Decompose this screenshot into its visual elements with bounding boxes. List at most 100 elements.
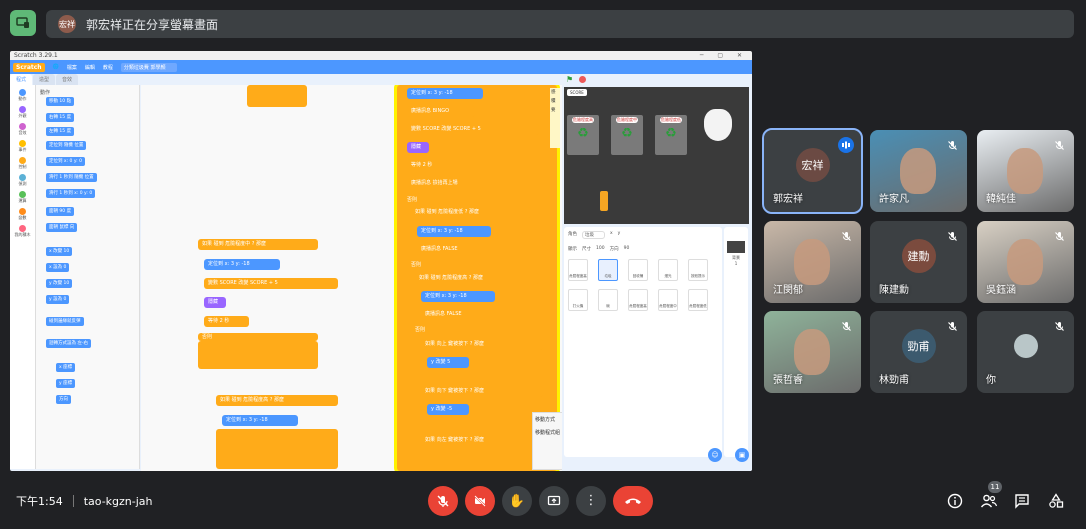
block-palette[interactable]: 動作 移動 10 點右轉 15 度左轉 15 度定位到 隨機 位置 定位到 x: … xyxy=(36,85,140,469)
activities-button[interactable] xyxy=(1044,489,1068,513)
participant-tile[interactable]: 你 xyxy=(977,311,1074,393)
code-block[interactable]: 變數 SCORE 改變 SCORE + 5 xyxy=(407,124,539,135)
tab-sounds[interactable]: 音效 xyxy=(56,74,79,85)
code-block[interactable]: 定位到 x: 3 y: -18 xyxy=(421,291,495,302)
palette-block[interactable]: 定位到 x: 0 y: 0 xyxy=(46,157,85,166)
sprite-tile[interactable]: 垃圾 xyxy=(598,259,618,281)
participant-tile[interactable]: 宏祥 郭宏祥 xyxy=(762,128,863,214)
participant-tile[interactable]: 勁甫 林勁甫 xyxy=(870,311,967,393)
palette-block[interactable]: 定位到 隨機 位置 xyxy=(46,141,87,150)
sprite-tile[interactable]: 碗 xyxy=(598,289,618,311)
meeting-code[interactable]: tao-kgzn-jah xyxy=(84,495,153,508)
category-item[interactable]: 事件 xyxy=(10,140,35,153)
palette-block[interactable]: y 座標 xyxy=(56,379,76,388)
palette-block[interactable]: x 設為 0 xyxy=(46,263,70,272)
tab-code[interactable]: 程式 xyxy=(10,74,33,85)
participant-tile[interactable]: 建勳 陳建勳 xyxy=(870,221,967,303)
globe-icon[interactable]: 🌐 xyxy=(53,64,59,70)
add-sprite-button[interactable]: ☺ xyxy=(708,448,722,462)
stage[interactable]: SCORE 危險程度高 ♻ 危險程度中 ♻ 危險程度低 ♻ xyxy=(564,87,749,224)
code-block[interactable]: 如果 碰到 危險程度低 ? 那麼 xyxy=(411,207,531,218)
palette-block[interactable]: 左轉 15 度 xyxy=(46,127,75,136)
code-block[interactable]: y 改變 -5 xyxy=(427,404,469,415)
comment-note[interactable]: 感 積 要 xyxy=(550,88,560,148)
code-block[interactable] xyxy=(247,85,307,107)
palette-block[interactable]: 面朝 90 度 xyxy=(46,207,75,216)
leave-call-button[interactable] xyxy=(613,486,653,516)
code-block[interactable]: 廣播訊息 FALSE xyxy=(421,309,485,320)
palette-block[interactable]: 迴轉方式設為 左-右 xyxy=(46,339,92,348)
category-item[interactable]: 外觀 xyxy=(10,106,35,119)
category-item[interactable]: 變數 xyxy=(10,208,35,221)
code-block[interactable]: 隱藏 xyxy=(407,142,429,153)
sprite-tile[interactable]: 危險程度高 xyxy=(628,289,648,311)
menu-file[interactable]: 檔案 xyxy=(67,64,77,71)
code-block[interactable]: 等待 2 秒 xyxy=(407,160,449,171)
add-backdrop-button[interactable]: ▣ xyxy=(735,448,749,462)
sprite-tile[interactable]: 危險程度高 xyxy=(568,259,588,281)
code-block[interactable]: 定位到 x: 3 y: -18 xyxy=(204,259,280,270)
participant-tile[interactable]: 吳鈺涵 xyxy=(977,221,1074,303)
palette-block[interactable]: x 改變 10 xyxy=(46,247,73,256)
code-block[interactable]: 定位到 x: 3 y: -18 xyxy=(222,415,298,426)
chat-button[interactable] xyxy=(1010,489,1034,513)
size-field[interactable]: 100 xyxy=(596,246,605,252)
sprite-tile[interactable]: 危險程度低 xyxy=(688,289,708,311)
backdrop-thumbnail[interactable] xyxy=(727,241,745,253)
category-item[interactable]: 控制 xyxy=(10,157,35,170)
tab-costumes[interactable]: 造型 xyxy=(33,74,56,85)
code-workspace[interactable]: 如果 碰到 危險程度中 ? 那麼 定位到 x: 3 y: -18 變數 SCOR… xyxy=(141,85,571,471)
direction-field[interactable]: 90 xyxy=(624,246,630,252)
code-block[interactable] xyxy=(198,341,318,369)
category-item[interactable]: 偵測 xyxy=(10,174,35,187)
palette-block[interactable]: 面朝 鼠標 向 xyxy=(46,223,78,232)
category-item[interactable]: 音效 xyxy=(10,123,35,136)
shared-screen[interactable]: Scratch 3.29.1 ─ ▢ ✕ Scratch 🌐 檔案 編輯 教程 … xyxy=(10,51,752,471)
code-block[interactable]: 如果 碰到 危險程度高 ? 那麼 xyxy=(216,395,338,406)
project-name-field[interactable]: 分類垃圾費 郭學顏 xyxy=(120,62,178,72)
palette-block[interactable]: y 設為 0 xyxy=(46,295,70,304)
code-block[interactable]: 隱藏 xyxy=(204,297,226,308)
code-block[interactable] xyxy=(216,429,338,469)
green-flag-icon[interactable]: ⚑ xyxy=(566,75,573,84)
category-item[interactable]: 動作 xyxy=(10,89,35,102)
camera-off-button[interactable] xyxy=(465,486,495,516)
code-block[interactable]: 如果 碰到 危險程度高 ? 那麼 xyxy=(415,273,539,284)
menu-tutorial[interactable]: 教程 xyxy=(103,64,113,71)
sprite-name-field[interactable]: 垃圾 xyxy=(582,231,605,239)
palette-block[interactable]: 移動 10 點 xyxy=(46,97,75,106)
code-block[interactable]: 等待 2 秒 xyxy=(204,316,249,327)
sprite-tile[interactable]: 按鈕提示 xyxy=(688,259,708,281)
code-block[interactable]: 變數 SCORE 改變 SCORE + 5 xyxy=(204,278,338,289)
code-block[interactable]: 如果 向下 鍵被按下 ? 那麼 xyxy=(421,386,543,397)
category-item[interactable]: 我的積木 xyxy=(10,225,35,238)
participant-tile[interactable]: 江閔郁 xyxy=(764,221,861,303)
present-button[interactable] xyxy=(539,486,569,516)
category-item[interactable]: 運算 xyxy=(10,191,35,204)
code-block[interactable]: 廣播訊息 BINGO xyxy=(407,106,475,117)
palette-block[interactable]: 碰到邊緣就反彈 xyxy=(46,317,84,326)
palette-block[interactable]: 滑行 1 秒到 隨機 位置 xyxy=(46,173,97,182)
more-options-button[interactable]: ⋮ xyxy=(576,486,606,516)
stop-icon[interactable] xyxy=(579,76,587,83)
mic-off-button[interactable] xyxy=(428,486,458,516)
menu-edit[interactable]: 編輯 xyxy=(85,64,95,71)
code-block[interactable]: y 改變 5 xyxy=(427,357,469,368)
code-block[interactable]: 如果 向左 鍵被按下 ? 那麼 xyxy=(421,435,543,446)
presenting-icon[interactable] xyxy=(10,10,36,36)
sprite-tile[interactable]: 危險程度中 xyxy=(658,289,678,311)
palette-block[interactable]: 右轉 15 度 xyxy=(46,113,75,122)
palette-block[interactable]: x 座標 xyxy=(56,363,76,372)
palette-block[interactable]: 滑行 1 秒到 x: 0 y: 0 xyxy=(46,189,96,198)
code-block[interactable]: 廣播訊息 FALSE xyxy=(417,244,481,255)
code-block[interactable]: 定位到 x: 3 y: -18 xyxy=(407,88,483,99)
participant-tile[interactable]: 張哲睿 xyxy=(764,311,861,393)
code-block[interactable]: 如果 碰到 危險程度中 ? 那麼 xyxy=(198,239,318,250)
code-block[interactable]: 如果 向上 鍵被按下 ? 那麼 xyxy=(421,339,543,350)
participant-tile[interactable]: 許家凡 xyxy=(870,130,967,212)
code-block[interactable]: 廣播訊息 撿拾再上場 xyxy=(407,178,483,189)
code-block[interactable]: 定位到 x: 3 y: -18 xyxy=(417,226,491,237)
participant-tile[interactable]: 韓純佳 xyxy=(977,130,1074,212)
sprite-tile[interactable]: 燈光 xyxy=(658,259,678,281)
raise-hand-button[interactable]: ✋ xyxy=(502,486,532,516)
